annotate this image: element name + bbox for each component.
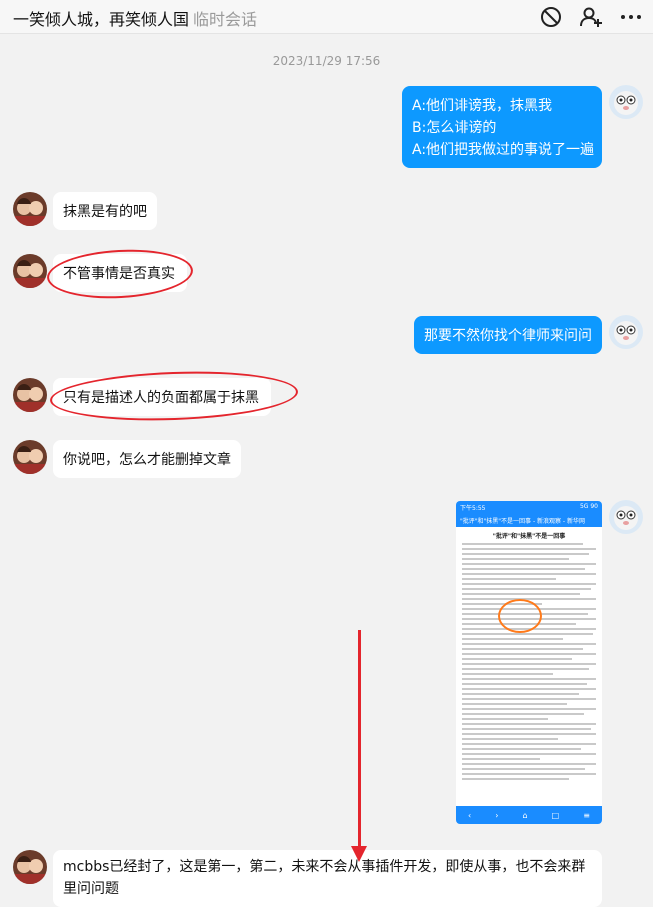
contact-avatar[interactable] xyxy=(13,254,47,288)
red-arrow-head xyxy=(351,846,367,862)
image-search-bar: "批评"和"抹黑"不是一回事 - 新浪观察 - 新华网 xyxy=(456,513,602,527)
message-line: 那要不然你找个律师来问问 xyxy=(424,328,592,344)
contact-name: 一笑倾人城，再笑倾人国 xyxy=(13,10,190,29)
contact-avatar[interactable] xyxy=(13,192,47,226)
message-line: 抹黑是有的吧 xyxy=(63,204,147,220)
self-avatar[interactable] xyxy=(609,85,643,119)
menu-icon: ≡ xyxy=(583,810,590,820)
chat-header: 一笑倾人城，再笑倾人国 临时会话 xyxy=(0,0,653,34)
image-article-headline: "批评"和"抹黑"不是一回事 xyxy=(492,533,566,540)
image-status-bar: 下午5:55 5G 90 xyxy=(456,501,602,513)
message-line: 你说吧，怎么才能删掉文章 xyxy=(63,452,231,468)
message-bubble-incoming[interactable]: 不管事情是否真实 xyxy=(53,254,187,292)
message-line: mcbbs已经封了，这是第一，第二，未来不会从事插件开发，即使从事，也不会来群 xyxy=(63,859,586,875)
image-browser-toolbar: ‹ › ⌂ □ ≡ xyxy=(456,806,602,824)
contact-avatar[interactable] xyxy=(13,850,47,884)
message-line: A:他们把我做过的事说了一遍 xyxy=(412,142,595,158)
message-bubble-incoming[interactable]: 只有是描述人的负面都属于抹黑 xyxy=(53,378,271,416)
orange-circle-annotation xyxy=(498,599,542,633)
session-type-label: 临时会话 xyxy=(193,10,258,29)
message-line: 不管事情是否真实 xyxy=(63,266,175,282)
red-arrow-annotation xyxy=(358,630,361,848)
contact-avatar[interactable] xyxy=(13,378,47,412)
image-message[interactable]: 下午5:55 5G 90 "批评"和"抹黑"不是一回事 - 新浪观察 - 新华网… xyxy=(456,501,602,824)
home-icon: ⌂ xyxy=(522,810,528,820)
image-article-body: "批评"和"抹黑"不是一回事 xyxy=(456,527,602,787)
message-bubble-outgoing[interactable]: A:他们诽谤我，抹黑我 B:怎么诽谤的 A:他们把我做过的事说了一遍 xyxy=(402,86,602,168)
self-avatar[interactable] xyxy=(609,500,643,534)
message-line: 里问问题 xyxy=(63,881,119,897)
message-line: A:他们诽谤我，抹黑我 xyxy=(412,98,553,114)
message-bubble-outgoing[interactable]: 那要不然你找个律师来问问 xyxy=(414,316,602,354)
back-icon: ‹ xyxy=(468,810,472,820)
message-line: B:怎么诽谤的 xyxy=(412,120,497,136)
image-status-signal: 5G 90 xyxy=(579,503,598,510)
message-bubble-incoming[interactable]: 抹黑是有的吧 xyxy=(53,192,157,230)
chat-title: 一笑倾人城，再笑倾人国 临时会话 xyxy=(13,6,257,30)
message-line: 只有是描述人的负面都属于抹黑 xyxy=(63,390,259,406)
message-bubble-incoming[interactable]: 你说吧，怎么才能删掉文章 xyxy=(53,440,241,478)
self-avatar[interactable] xyxy=(609,315,643,349)
block-icon[interactable] xyxy=(537,3,565,31)
contact-avatar[interactable] xyxy=(13,440,47,474)
forward-icon: › xyxy=(495,810,499,820)
tabs-icon: □ xyxy=(551,810,560,820)
more-icon[interactable] xyxy=(617,3,645,31)
image-status-time: 下午5:55 xyxy=(460,505,486,512)
image-article-text xyxy=(462,543,596,780)
message-bubble-incoming[interactable]: mcbbs已经封了，这是第一，第二，未来不会从事插件开发，即使从事，也不会来群 … xyxy=(53,850,602,907)
message-timestamp: 2023/11/29 17:56 xyxy=(272,54,381,68)
add-user-icon[interactable] xyxy=(577,3,605,31)
